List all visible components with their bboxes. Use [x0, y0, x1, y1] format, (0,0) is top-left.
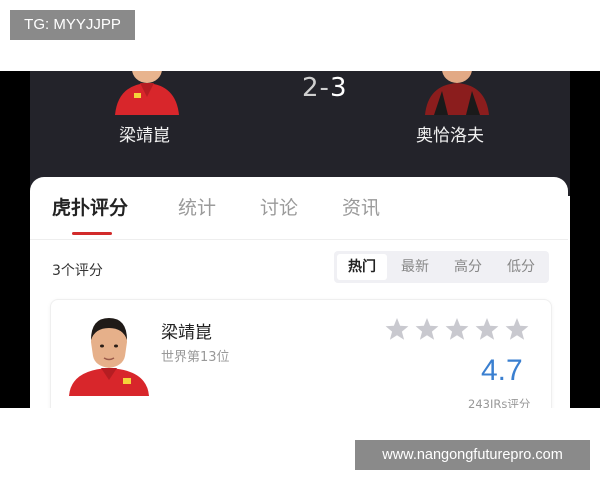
rating-count: 3个评分 [52, 263, 103, 279]
score-home: 2 [302, 73, 320, 103]
player-avatar [67, 312, 151, 396]
active-tab-indicator [72, 232, 112, 235]
star-icon[interactable] [505, 318, 529, 340]
score-away: 3 [329, 73, 348, 103]
away-player-avatar[interactable] [420, 71, 494, 115]
app-screen: 梁靖崑 2-3 奥恰洛夫 虎扑评分 统计 讨论 资讯 3个评分 热门 最新 高分… [0, 71, 600, 408]
telegram-watermark: TG: MYYJJPP [10, 10, 135, 40]
sort-selector: 热门 最新 高分 低分 [334, 251, 549, 283]
tab-news[interactable]: 资讯 [342, 193, 380, 220]
home-player-avatar[interactable] [110, 71, 184, 115]
tab-hupu-rating[interactable]: 虎扑评分 [52, 193, 128, 220]
home-player-name: 梁靖崑 [119, 126, 170, 146]
star-icon[interactable] [475, 318, 499, 340]
tab-stats[interactable]: 统计 [178, 193, 216, 220]
site-url-watermark: www.nangongfuturepro.com [355, 440, 590, 470]
tab-discussion[interactable]: 讨论 [260, 193, 298, 220]
star-rating[interactable] [383, 316, 533, 344]
score-separator: - [319, 73, 330, 103]
player-world-rank: 世界第13位 [161, 350, 230, 365]
star-icon[interactable] [415, 318, 439, 340]
average-score: 4.7 [481, 354, 523, 387]
star-icon[interactable] [445, 318, 469, 340]
sort-low[interactable]: 低分 [496, 254, 546, 280]
letterbox-right [570, 71, 600, 408]
ratings-panel: 虎扑评分 统计 讨论 资讯 3个评分 热门 最新 高分 低分 梁靖崑 世界第13… [30, 177, 568, 408]
away-player-name: 奥恰洛夫 [416, 126, 484, 146]
match-score: 2-3 [302, 73, 347, 103]
sort-high[interactable]: 高分 [443, 254, 493, 280]
letterbox-left [0, 71, 30, 408]
sort-latest[interactable]: 最新 [390, 254, 440, 280]
player-name: 梁靖崑 [161, 323, 212, 343]
tab-divider [30, 239, 568, 240]
ratings-count-label: 243JRs评分 [468, 397, 531, 408]
star-icon[interactable] [385, 318, 409, 340]
player-rating-card[interactable]: 梁靖崑 世界第13位 4.7 243JRs评分 [50, 299, 552, 408]
sort-hot[interactable]: 热门 [337, 254, 387, 280]
